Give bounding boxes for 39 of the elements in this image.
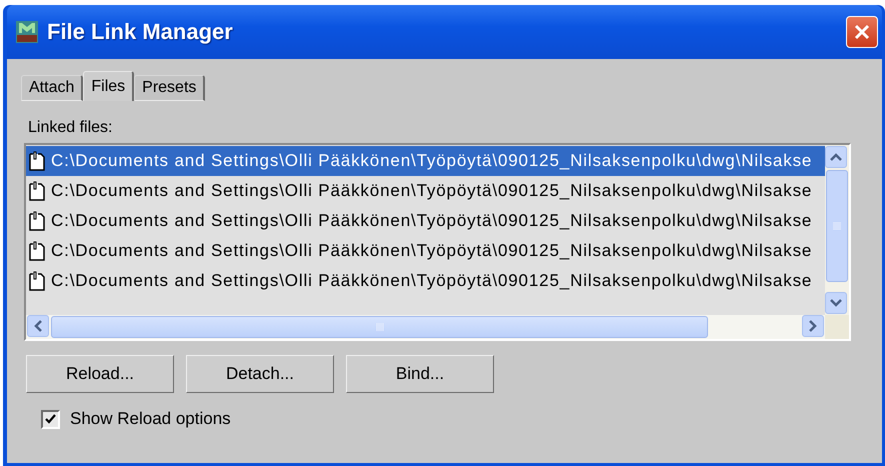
file-path: C:\Documents and Settings\Olli Pääkkönen\Työpöytä\090125_Nilsaksenpolku\dwg\Nilsakse bbox=[51, 151, 812, 171]
scroll-thumb[interactable] bbox=[51, 316, 708, 338]
check-icon bbox=[45, 414, 56, 424]
file-row[interactable]: C:\Documents and Settings\Olli Pääkkönen\Työpöytä\090125_Nilsaksenpolku\dwg\Nilsakse bbox=[26, 176, 825, 206]
file-path: C:\Documents and Settings\Olli Pääkkönen\Työpöytä\090125_Nilsaksenpolku\dwg\Nilsakse bbox=[51, 271, 812, 291]
file-path: C:\Documents and Settings\Olli Pääkkönen\Työpöytä\090125_Nilsaksenpolku\dwg\Nilsakse bbox=[51, 181, 812, 201]
file-link-icon bbox=[29, 151, 45, 171]
file-link-icon bbox=[29, 181, 45, 201]
file-link-icon bbox=[29, 211, 45, 231]
app-logo-icon bbox=[15, 20, 39, 44]
checkbox-label: Show Reload options bbox=[70, 409, 231, 429]
close-button[interactable] bbox=[846, 16, 878, 48]
file-row[interactable]: C:\Documents and Settings\Olli Pääkkönen\Työpöytä\090125_Nilsaksenpolku\dwg\Nilsakse bbox=[26, 206, 825, 236]
scroll-down-button[interactable] bbox=[825, 292, 847, 314]
window-title: File Link Manager bbox=[47, 19, 234, 45]
scroll-left-button[interactable] bbox=[27, 315, 49, 337]
file-link-icon bbox=[29, 241, 45, 261]
grip-icon bbox=[833, 222, 841, 230]
file-row[interactable]: C:\Documents and Settings\Olli Pääkkönen\Työpöytä\090125_Nilsaksenpolku\dwg\Nilsakse bbox=[26, 146, 825, 176]
scroll-thumb[interactable] bbox=[826, 170, 848, 282]
action-button[interactable]: Bind... bbox=[346, 355, 494, 393]
scroll-up-button[interactable] bbox=[825, 146, 847, 168]
file-path: C:\Documents and Settings\Olli Pääkkönen\Työpöytä\090125_Nilsaksenpolku\dwg\Nilsakse bbox=[51, 241, 812, 261]
checkbox[interactable] bbox=[41, 410, 60, 428]
close-icon bbox=[853, 23, 871, 41]
linked-files-label: Linked files: bbox=[28, 119, 114, 137]
tab[interactable]: Attach bbox=[21, 75, 84, 101]
action-button[interactable]: Detach... bbox=[186, 355, 334, 393]
scroll-right-button[interactable] bbox=[802, 315, 824, 337]
file-link-icon bbox=[29, 271, 45, 291]
file-row[interactable]: C:\Documents and Settings\Olli Pääkkönen\Työpöytä\090125_Nilsaksenpolku\dwg\Nilsakse bbox=[26, 236, 825, 266]
tab[interactable]: Files bbox=[83, 71, 134, 101]
vertical-scrollbar[interactable] bbox=[825, 145, 849, 315]
file-path: C:\Documents and Settings\Olli Pääkkönen\Työpöytä\090125_Nilsaksenpolku\dwg\Nilsakse bbox=[51, 211, 812, 231]
tab[interactable]: Presets bbox=[134, 75, 206, 101]
file-row[interactable]: C:\Documents and Settings\Olli Pääkkönen\Työpöytä\090125_Nilsaksenpolku\dwg\Nilsakse bbox=[26, 266, 825, 296]
grip-icon bbox=[376, 323, 384, 331]
horizontal-scrollbar[interactable] bbox=[26, 315, 825, 339]
action-button[interactable]: Reload... bbox=[26, 355, 174, 393]
